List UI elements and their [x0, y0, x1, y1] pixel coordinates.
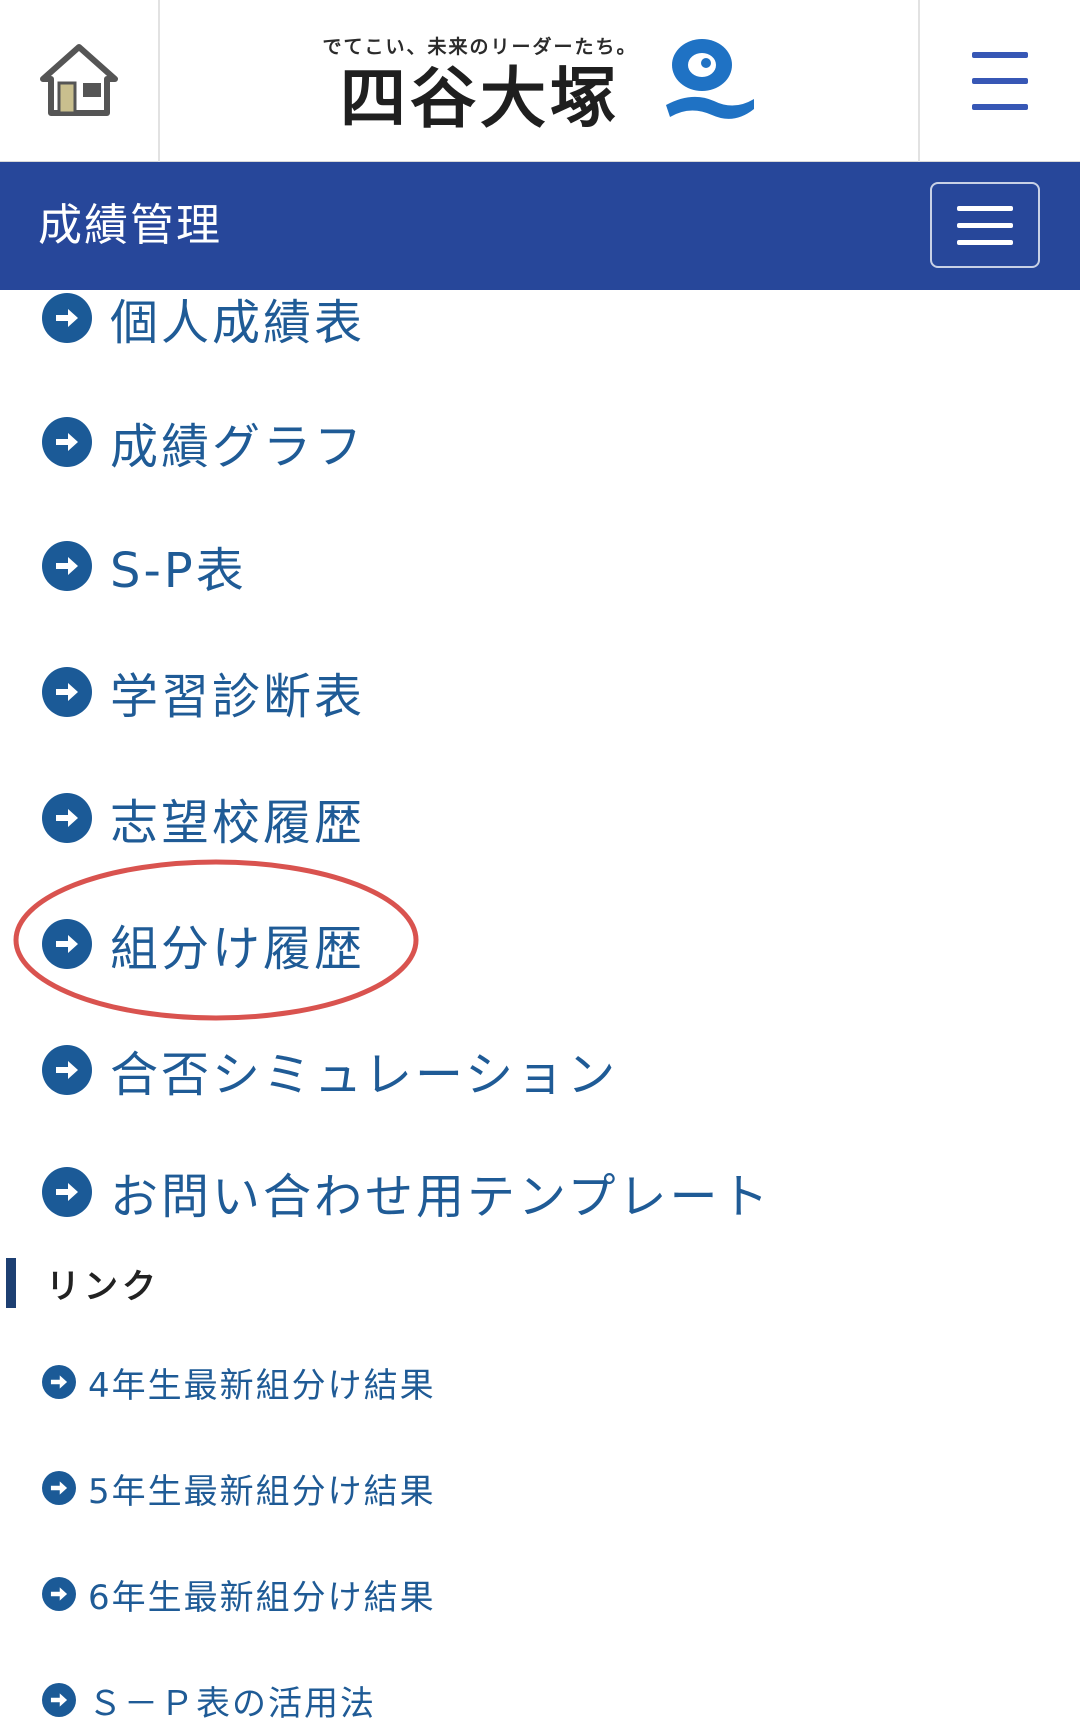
link-item-label: 6年生最新組分け結果: [88, 1577, 436, 1618]
arrow-circle-right-icon: [42, 1045, 92, 1095]
section-title: 成績管理: [38, 200, 222, 251]
arrow-circle-right-icon: [42, 919, 92, 969]
mascot-logo-icon: [665, 39, 754, 119]
arrow-circle-right-icon: [42, 667, 92, 717]
arrow-circle-right-icon: [42, 1365, 76, 1399]
link-item-grade4-results[interactable]: 4年生最新組分け結果: [42, 1354, 436, 1410]
link-item-label: 5年生最新組分け結果: [88, 1471, 436, 1512]
arrow-circle-right-icon: [42, 1683, 76, 1717]
menu-item-label: 志望校履歴: [110, 795, 366, 851]
link-item-grade5-results[interactable]: 5年生最新組分け結果: [42, 1460, 436, 1516]
site-logo[interactable]: でてこい、未来のリーダーたち。 四谷大塚: [160, 0, 920, 162]
menu-item-label: 学習診断表: [110, 669, 366, 725]
menu-item-label: 個人成績表: [110, 295, 366, 351]
home-icon: [40, 44, 118, 116]
navbar-toggle-button[interactable]: [930, 182, 1040, 268]
section-bar: 成績管理: [0, 162, 1080, 290]
arrow-circle-right-icon: [42, 417, 92, 467]
arrow-circle-right-icon: [42, 293, 92, 343]
arrow-circle-right-icon: [42, 541, 92, 591]
menu-item-class-placement-history[interactable]: 組分け履歴: [42, 904, 365, 984]
links-section-header: リンク: [6, 1258, 160, 1308]
menu-item-sp-table[interactable]: S-P表: [42, 526, 247, 606]
logo-tagline: でてこい、未来のリーダーたち。: [322, 35, 638, 58]
main-menu-button[interactable]: [918, 0, 1080, 162]
link-item-label: 4年生最新組分け結果: [88, 1365, 436, 1406]
menu-item-pass-simulation[interactable]: 合否シミュレーション: [42, 1030, 618, 1110]
section-accent-bar: [6, 1258, 16, 1308]
menu-item-label: 合否シミュレーション: [110, 1047, 619, 1103]
home-button[interactable]: [0, 0, 160, 162]
hamburger-menu-icon: [972, 52, 1028, 110]
arrow-circle-right-icon: [42, 1167, 92, 1217]
menu-item-learning-diagnosis[interactable]: 学習診断表: [42, 652, 365, 732]
top-header: でてこい、未来のリーダーたち。 四谷大塚: [0, 0, 1080, 162]
navbar-toggle-icon: [957, 205, 1013, 211]
menu-item-inquiry-template[interactable]: お問い合わせ用テンプレート: [42, 1152, 772, 1232]
menu-item-label: お問い合わせ用テンプレート: [110, 1169, 772, 1225]
logo-name: 四谷大塚: [339, 58, 620, 137]
arrow-circle-right-icon: [42, 1577, 76, 1611]
menu-item-score-graph[interactable]: 成績グラフ: [42, 402, 365, 482]
menu-item-school-choice-history[interactable]: 志望校履歴: [42, 778, 365, 858]
menu-item-label: 組分け履歴: [110, 921, 366, 977]
menu-item-label: 成績グラフ: [110, 419, 366, 475]
link-item-grade6-results[interactable]: 6年生最新組分け結果: [42, 1566, 436, 1622]
link-item-sp-table-guide[interactable]: Ｓ－Ｐ表の活用法: [42, 1672, 376, 1728]
links-section-title: リンク: [46, 1266, 160, 1307]
arrow-circle-right-icon: [42, 1471, 76, 1505]
menu-item-label: S-P表: [110, 543, 247, 599]
link-item-label: Ｓ－Ｐ表の活用法: [88, 1683, 376, 1724]
menu-item-personal-report[interactable]: 個人成績表: [42, 278, 365, 358]
arrow-circle-right-icon: [42, 793, 92, 843]
